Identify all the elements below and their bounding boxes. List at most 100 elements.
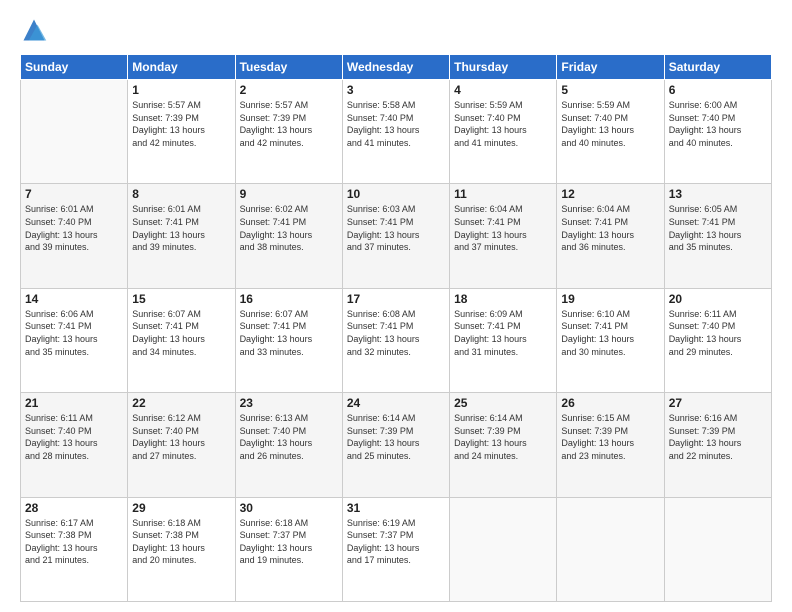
day-info: Sunrise: 6:04 AM Sunset: 7:41 PM Dayligh… — [454, 203, 552, 253]
calendar-cell: 7 Sunrise: 6:01 AM Sunset: 7:40 PM Daylig… — [21, 184, 128, 288]
day-info: Sunrise: 6:11 AM Sunset: 7:40 PM Dayligh… — [669, 308, 767, 358]
calendar-cell: 2 Sunrise: 5:57 AM Sunset: 7:39 PM Daylig… — [235, 80, 342, 184]
calendar-cell: 3 Sunrise: 5:58 AM Sunset: 7:40 PM Daylig… — [342, 80, 449, 184]
day-info: Sunrise: 5:59 AM Sunset: 7:40 PM Dayligh… — [561, 99, 659, 149]
day-number: 29 — [132, 501, 230, 515]
day-number: 19 — [561, 292, 659, 306]
weekday-header-monday: Monday — [128, 55, 235, 80]
logo-icon — [20, 16, 48, 44]
day-info: Sunrise: 6:04 AM Sunset: 7:41 PM Dayligh… — [561, 203, 659, 253]
calendar-cell: 23 Sunrise: 6:13 AM Sunset: 7:40 PM Dayli… — [235, 393, 342, 497]
day-info: Sunrise: 6:16 AM Sunset: 7:39 PM Dayligh… — [669, 412, 767, 462]
day-info: Sunrise: 6:08 AM Sunset: 7:41 PM Dayligh… — [347, 308, 445, 358]
calendar-week-row: 21 Sunrise: 6:11 AM Sunset: 7:40 PM Dayli… — [21, 393, 772, 497]
calendar-cell: 26Sunrise: 6:15 AM Sunset: 7:39 PM Dayli… — [557, 393, 664, 497]
calendar-cell — [664, 497, 771, 601]
calendar-cell: 31 Sunrise: 6:19 AM Sunset: 7:37 PM Dayli… — [342, 497, 449, 601]
day-info: Sunrise: 6:19 AM Sunset: 7:37 PM Dayligh… — [347, 517, 445, 567]
weekday-header-wednesday: Wednesday — [342, 55, 449, 80]
weekday-header-friday: Friday — [557, 55, 664, 80]
calendar-cell: 19 Sunrise: 6:10 AM Sunset: 7:41 PM Dayli… — [557, 288, 664, 392]
calendar-cell: 27 Sunrise: 6:16 AM Sunset: 7:39 PM Dayli… — [664, 393, 771, 497]
calendar-cell: 16Sunrise: 6:07 AM Sunset: 7:41 PM Dayli… — [235, 288, 342, 392]
day-number: 5 — [561, 83, 659, 97]
day-number: 14 — [25, 292, 123, 306]
calendar-cell: 12 Sunrise: 6:04 AM Sunset: 7:41 PM Dayli… — [557, 184, 664, 288]
weekday-header-sunday: Sunday — [21, 55, 128, 80]
calendar-week-row: 7 Sunrise: 6:01 AM Sunset: 7:40 PM Daylig… — [21, 184, 772, 288]
day-info: Sunrise: 6:17 AM Sunset: 7:38 PM Dayligh… — [25, 517, 123, 567]
day-number: 18 — [454, 292, 552, 306]
day-number: 10 — [347, 187, 445, 201]
day-number: 12 — [561, 187, 659, 201]
header — [20, 16, 772, 46]
calendar-cell: 20 Sunrise: 6:11 AM Sunset: 7:40 PM Dayli… — [664, 288, 771, 392]
day-info: Sunrise: 6:05 AM Sunset: 7:41 PM Dayligh… — [669, 203, 767, 253]
day-number: 20 — [669, 292, 767, 306]
day-number: 21 — [25, 396, 123, 410]
calendar-cell — [21, 80, 128, 184]
calendar-cell: 24 Sunrise: 6:14 AM Sunset: 7:39 PM Dayli… — [342, 393, 449, 497]
day-number: 8 — [132, 187, 230, 201]
day-number: 30 — [240, 501, 338, 515]
calendar-cell: 25Sunrise: 6:14 AM Sunset: 7:39 PM Dayli… — [450, 393, 557, 497]
calendar-cell: 18 Sunrise: 6:09 AM Sunset: 7:41 PM Dayli… — [450, 288, 557, 392]
day-info: Sunrise: 6:13 AM Sunset: 7:40 PM Dayligh… — [240, 412, 338, 462]
calendar-cell: 28Sunrise: 6:17 AM Sunset: 7:38 PM Dayli… — [21, 497, 128, 601]
calendar-cell: 14 Sunrise: 6:06 AM Sunset: 7:41 PM Dayli… — [21, 288, 128, 392]
calendar-header-row: SundayMondayTuesdayWednesdayThursdayFrid… — [21, 55, 772, 80]
calendar-cell — [450, 497, 557, 601]
day-info: Sunrise: 5:57 AM Sunset: 7:39 PM Dayligh… — [240, 99, 338, 149]
day-number: 23 — [240, 396, 338, 410]
calendar-cell: 6 Sunrise: 6:00 AM Sunset: 7:40 PM Daylig… — [664, 80, 771, 184]
calendar-week-row: 28Sunrise: 6:17 AM Sunset: 7:38 PM Dayli… — [21, 497, 772, 601]
calendar-cell: 29 Sunrise: 6:18 AM Sunset: 7:38 PM Dayli… — [128, 497, 235, 601]
calendar-cell: 5 Sunrise: 5:59 AM Sunset: 7:40 PM Daylig… — [557, 80, 664, 184]
day-info: Sunrise: 6:07 AM Sunset: 7:41 PM Dayligh… — [132, 308, 230, 358]
day-info: Sunrise: 6:12 AM Sunset: 7:40 PM Dayligh… — [132, 412, 230, 462]
calendar-week-row: 14 Sunrise: 6:06 AM Sunset: 7:41 PM Dayli… — [21, 288, 772, 392]
day-info: Sunrise: 6:01 AM Sunset: 7:41 PM Dayligh… — [132, 203, 230, 253]
calendar-cell: 11 Sunrise: 6:04 AM Sunset: 7:41 PM Dayli… — [450, 184, 557, 288]
calendar-cell: 21 Sunrise: 6:11 AM Sunset: 7:40 PM Dayli… — [21, 393, 128, 497]
weekday-header-saturday: Saturday — [664, 55, 771, 80]
calendar-cell: 8 Sunrise: 6:01 AM Sunset: 7:41 PM Daylig… — [128, 184, 235, 288]
calendar-cell: 22Sunrise: 6:12 AM Sunset: 7:40 PM Dayli… — [128, 393, 235, 497]
calendar-cell: 9Sunrise: 6:02 AM Sunset: 7:41 PM Daylig… — [235, 184, 342, 288]
day-number: 24 — [347, 396, 445, 410]
day-number: 2 — [240, 83, 338, 97]
day-number: 31 — [347, 501, 445, 515]
day-info: Sunrise: 6:18 AM Sunset: 7:38 PM Dayligh… — [132, 517, 230, 567]
day-number: 15 — [132, 292, 230, 306]
calendar-cell: 13Sunrise: 6:05 AM Sunset: 7:41 PM Dayli… — [664, 184, 771, 288]
day-info: Sunrise: 6:11 AM Sunset: 7:40 PM Dayligh… — [25, 412, 123, 462]
day-number: 9 — [240, 187, 338, 201]
day-info: Sunrise: 6:03 AM Sunset: 7:41 PM Dayligh… — [347, 203, 445, 253]
day-number: 11 — [454, 187, 552, 201]
day-info: Sunrise: 5:58 AM Sunset: 7:40 PM Dayligh… — [347, 99, 445, 149]
calendar-week-row: 1 Sunrise: 5:57 AM Sunset: 7:39 PM Daylig… — [21, 80, 772, 184]
calendar-table: SundayMondayTuesdayWednesdayThursdayFrid… — [20, 54, 772, 602]
day-number: 17 — [347, 292, 445, 306]
day-info: Sunrise: 6:00 AM Sunset: 7:40 PM Dayligh… — [669, 99, 767, 149]
day-info: Sunrise: 5:57 AM Sunset: 7:39 PM Dayligh… — [132, 99, 230, 149]
calendar-cell: 10 Sunrise: 6:03 AM Sunset: 7:41 PM Dayli… — [342, 184, 449, 288]
day-info: Sunrise: 6:01 AM Sunset: 7:40 PM Dayligh… — [25, 203, 123, 253]
weekday-header-thursday: Thursday — [450, 55, 557, 80]
day-number: 25 — [454, 396, 552, 410]
day-info: Sunrise: 6:14 AM Sunset: 7:39 PM Dayligh… — [347, 412, 445, 462]
day-info: Sunrise: 6:09 AM Sunset: 7:41 PM Dayligh… — [454, 308, 552, 358]
calendar-cell: 15 Sunrise: 6:07 AM Sunset: 7:41 PM Dayli… — [128, 288, 235, 392]
calendar-cell: 1 Sunrise: 5:57 AM Sunset: 7:39 PM Daylig… — [128, 80, 235, 184]
calendar-cell: 4Sunrise: 5:59 AM Sunset: 7:40 PM Daylig… — [450, 80, 557, 184]
day-info: Sunrise: 6:07 AM Sunset: 7:41 PM Dayligh… — [240, 308, 338, 358]
day-number: 7 — [25, 187, 123, 201]
day-number: 3 — [347, 83, 445, 97]
day-info: Sunrise: 6:06 AM Sunset: 7:41 PM Dayligh… — [25, 308, 123, 358]
day-number: 27 — [669, 396, 767, 410]
day-number: 6 — [669, 83, 767, 97]
page: SundayMondayTuesdayWednesdayThursdayFrid… — [0, 0, 792, 612]
day-info: Sunrise: 6:10 AM Sunset: 7:41 PM Dayligh… — [561, 308, 659, 358]
calendar-cell — [557, 497, 664, 601]
day-number: 1 — [132, 83, 230, 97]
